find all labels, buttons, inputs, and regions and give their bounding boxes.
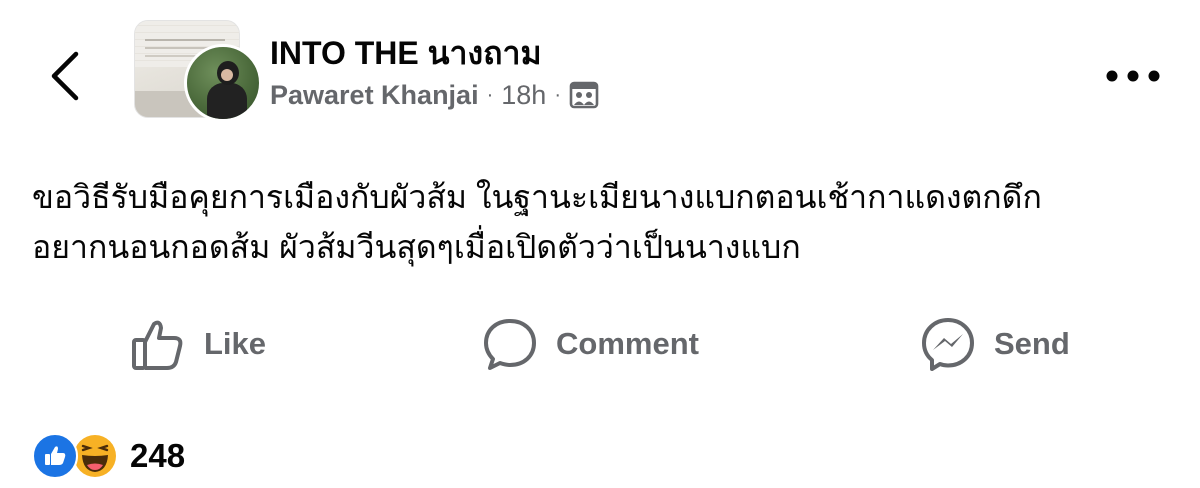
back-button[interactable] — [40, 48, 96, 104]
reaction-summary[interactable]: 248 — [32, 432, 185, 480]
post-text: ขอวิธีรับมือคุยการเมืองกับผัวส้ม ในฐานะเ… — [32, 179, 1042, 265]
like-reaction-icon — [32, 433, 78, 479]
like-label: Like — [204, 326, 267, 361]
more-dots-icon — [1106, 70, 1160, 82]
photo-album-icon — [569, 80, 599, 110]
haha-reaction-icon — [72, 433, 118, 479]
post-meta: Pawaret Khanjai · 18h · — [270, 78, 599, 112]
send-label: Send — [994, 326, 1070, 361]
messenger-icon — [922, 318, 974, 371]
meta-separator: · — [486, 83, 494, 106]
group-name[interactable]: INTO THE นางถาม — [270, 28, 542, 79]
author-avatar[interactable] — [184, 44, 262, 122]
post-actions: Like Comment Send — [0, 312, 1200, 376]
author-name[interactable]: Pawaret Khanjai — [270, 80, 479, 111]
meta-separator: · — [554, 83, 561, 106]
reaction-count: 248 — [130, 437, 186, 474]
more-options-button[interactable] — [1100, 58, 1166, 94]
send-button[interactable]: Send — [920, 312, 1070, 376]
comment-button[interactable]: Comment — [482, 312, 699, 376]
like-button[interactable]: Like — [130, 312, 266, 376]
chevron-left-icon — [51, 51, 79, 101]
thumbs-up-icon — [132, 320, 183, 370]
post-time[interactable]: 18h — [501, 80, 546, 111]
comment-label: Comment — [556, 326, 699, 361]
comment-bubble-icon — [484, 319, 536, 370]
